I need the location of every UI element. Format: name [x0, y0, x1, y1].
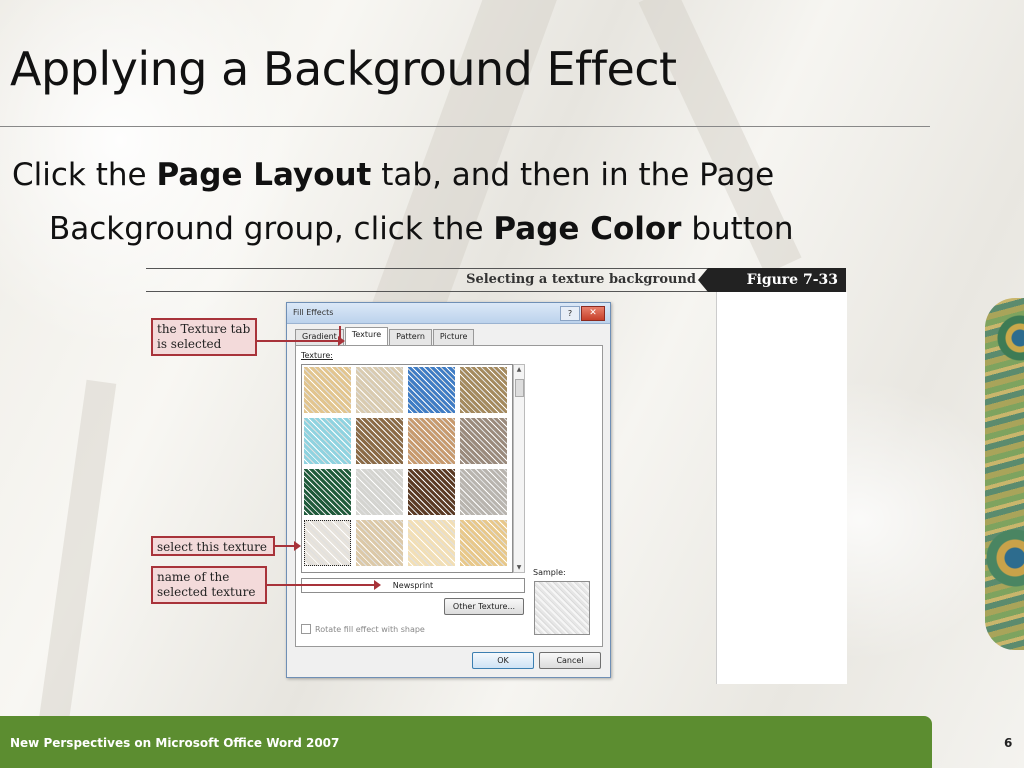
texture-swatch[interactable] — [407, 468, 456, 516]
figure-side-panel — [716, 292, 847, 684]
title-divider — [0, 126, 930, 127]
figure-caption-rule — [146, 291, 712, 292]
peacock-feather-decoration — [985, 298, 1024, 650]
texture-label: Texture: — [301, 351, 333, 360]
rotate-fill-label: Rotate fill effect with shape — [315, 624, 425, 634]
texture-tab-panel: Texture: ▲ ▼ Newsprint Other Texture... … — [295, 345, 603, 647]
dialog-tabs: Gradient Texture Pattern Picture — [295, 327, 475, 345]
help-button[interactable]: ? — [560, 306, 580, 321]
texture-swatch[interactable] — [303, 468, 352, 516]
texture-swatch[interactable] — [407, 366, 456, 414]
sample-preview — [534, 581, 590, 635]
texture-swatch[interactable] — [303, 417, 352, 465]
callout-arrow — [275, 541, 301, 551]
texture-swatch[interactable] — [355, 366, 404, 414]
ok-button[interactable]: OK — [472, 652, 534, 669]
texture-swatch[interactable] — [355, 417, 404, 465]
figure-caption: Selecting a texture background — [466, 272, 696, 287]
slide-body: Click the Page Layout tab, and then in t… — [12, 148, 922, 256]
fill-effects-dialog: Fill Effects ? ✕ Gradient Texture Patter… — [286, 302, 611, 678]
scroll-down-icon[interactable]: ▼ — [514, 564, 524, 571]
body-text-line2-prefix: Background group, click the — [49, 211, 494, 247]
rotate-fill-checkbox[interactable]: Rotate fill effect with shape — [301, 624, 425, 634]
cancel-button[interactable]: Cancel — [539, 652, 601, 669]
tab-texture[interactable]: Texture — [344, 327, 389, 345]
body-text-mid: tab, and then in the Page — [371, 157, 775, 193]
slide-number: 6 — [1004, 736, 1013, 750]
sample-label: Sample: — [533, 568, 566, 577]
texture-swatch[interactable] — [407, 417, 456, 465]
tab-gradient[interactable]: Gradient — [295, 329, 344, 345]
dialog-title: Fill Effects — [293, 308, 334, 317]
body-text-page-layout: Page Layout — [156, 157, 372, 193]
callout-texture-name: name of the selected texture — [151, 566, 267, 604]
texture-scrollbar[interactable]: ▲ ▼ — [513, 364, 525, 573]
callout-texture-tab: the Texture tab is selected — [151, 318, 257, 356]
tab-picture[interactable]: Picture — [432, 329, 475, 345]
texture-swatch[interactable] — [459, 417, 508, 465]
texture-swatch[interactable] — [355, 519, 404, 567]
checkbox-icon[interactable] — [301, 624, 311, 634]
callout-arrow — [339, 326, 341, 342]
body-line-2: Background group, click the Page Color b… — [12, 202, 922, 256]
figure-top-rule — [146, 268, 716, 269]
slide-title: Applying a Background Effect — [10, 42, 677, 96]
body-text-suffix: button — [681, 211, 794, 247]
texture-swatch[interactable] — [459, 519, 508, 567]
texture-swatch[interactable] — [459, 366, 508, 414]
close-button[interactable]: ✕ — [581, 306, 605, 321]
texture-swatch[interactable] — [355, 468, 404, 516]
dialog-titlebar[interactable]: Fill Effects ? ✕ — [287, 303, 610, 324]
texture-grid — [301, 364, 513, 573]
callout-arrow — [257, 336, 345, 346]
texture-swatch[interactable] — [303, 519, 352, 567]
body-text-prefix: Click the — [12, 157, 157, 193]
scroll-thumb[interactable] — [515, 379, 524, 397]
texture-swatch[interactable] — [303, 366, 352, 414]
scroll-up-icon[interactable]: ▲ — [514, 366, 524, 373]
footer-text: New Perspectives on Microsoft Office Wor… — [10, 736, 340, 750]
tab-pattern[interactable]: Pattern — [389, 329, 432, 345]
callout-select-texture: select this texture — [151, 536, 275, 556]
figure-label: Figure 7-33 — [698, 268, 846, 292]
texture-swatch[interactable] — [459, 468, 508, 516]
figure: Selecting a texture background Figure 7-… — [146, 268, 847, 688]
callout-arrow — [267, 580, 381, 590]
texture-swatch[interactable] — [407, 519, 456, 567]
other-texture-button[interactable]: Other Texture... — [444, 598, 524, 615]
body-text-page-color: Page Color — [493, 211, 682, 247]
